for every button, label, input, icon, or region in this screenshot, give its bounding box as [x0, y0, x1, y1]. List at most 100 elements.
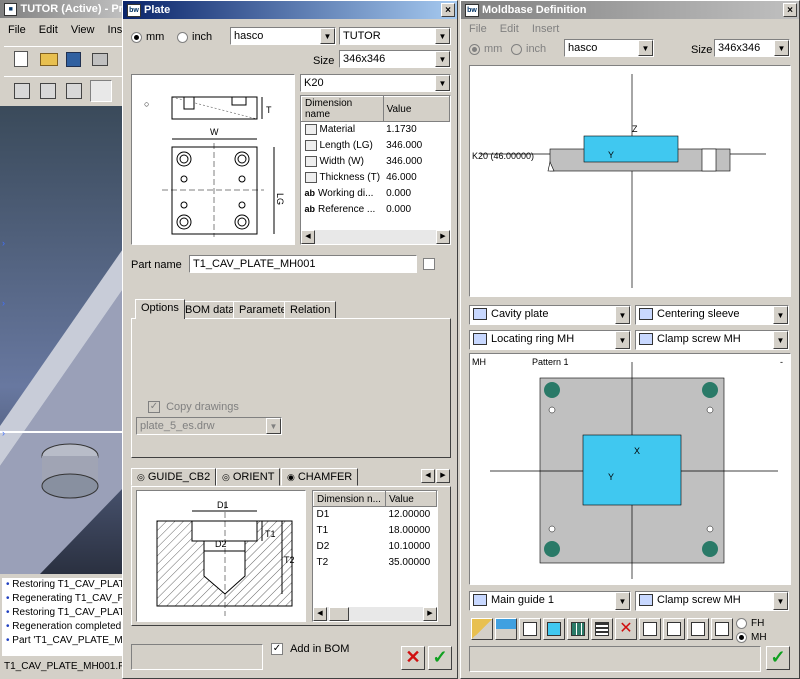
column-header[interactable]: Dimension n...: [313, 491, 386, 507]
catalog-select[interactable]: TUTOR ▼: [339, 27, 451, 45]
main-window-titlebar[interactable]: ■ TUTOR (Active) - Pro: [0, 0, 125, 18]
view-cube-icon[interactable]: [40, 83, 56, 99]
fh-option[interactable]: FH: [736, 618, 764, 629]
drawing-select[interactable]: plate_5_es.drw ▼: [136, 417, 282, 435]
grid-view-icon[interactable]: [567, 618, 589, 640]
ok-button[interactable]: ✓: [428, 646, 452, 670]
column-header[interactable]: Value: [385, 491, 437, 507]
tab-bom-data[interactable]: BOM data: [179, 301, 241, 319]
chevron-down-icon[interactable]: ▼: [773, 331, 788, 349]
open-icon[interactable]: [471, 618, 493, 640]
table-row[interactable]: D1 12.00000: [314, 507, 437, 523]
column-header[interactable]: Value: [382, 96, 450, 122]
radio-icon[interactable]: [131, 31, 142, 43]
menu-edit[interactable]: Edit: [39, 24, 58, 36]
graphics-area[interactable]: › › ›: [0, 106, 125, 574]
unit-mm-option[interactable]: mm: [469, 43, 502, 55]
table-row[interactable]: Length (LG) 346.000: [302, 138, 450, 154]
part-name-input[interactable]: T1_CAV_PLATE_MH001: [189, 255, 417, 273]
tab-guide-cb2[interactable]: ◎ GUIDE_CB2: [131, 468, 217, 486]
component-select-cavity-plate[interactable]: Cavity plate ▼: [469, 305, 631, 325]
ok-button[interactable]: ✓: [766, 646, 790, 670]
top-view-canvas[interactable]: MH Pattern 1 - X Y: [469, 353, 791, 585]
component-tool-icon[interactable]: [639, 618, 661, 640]
shaded-cube-icon[interactable]: [90, 80, 112, 102]
tab-scroll-right-icon[interactable]: ▶: [436, 469, 450, 483]
component-tool-icon[interactable]: [687, 618, 709, 640]
radio-icon[interactable]: [736, 618, 747, 629]
scroll-left-icon[interactable]: ◀: [301, 230, 315, 244]
moldbase-titlebar[interactable]: bw Moldbase Definition ×: [461, 1, 799, 19]
print-icon[interactable]: [92, 53, 108, 66]
chevron-down-icon[interactable]: ▼: [774, 40, 789, 56]
table-row[interactable]: ab Reference ... 0.000: [302, 202, 450, 218]
tab-relation[interactable]: Relation: [284, 301, 337, 319]
copy-drawings-option[interactable]: ✓ Copy drawings: [148, 401, 239, 414]
component-select-clamp-screw-bottom[interactable]: Clamp screw MH ▼: [635, 591, 789, 611]
mh-option[interactable]: MH: [736, 632, 767, 643]
supplier-select[interactable]: hasco ▼: [230, 27, 336, 45]
open-folder-icon[interactable]: [40, 53, 58, 66]
chevron-down-icon[interactable]: ▼: [435, 28, 450, 44]
menu-insert[interactable]: Insert: [532, 23, 560, 35]
radio-icon[interactable]: [511, 43, 522, 55]
chevron-down-icon[interactable]: ▼: [266, 418, 281, 434]
radio-icon[interactable]: [469, 43, 480, 55]
table-row[interactable]: Thickness (T) 46.000: [302, 170, 450, 186]
menu-edit[interactable]: Edit: [500, 23, 519, 35]
table-row[interactable]: ab Working di... 0.000: [302, 186, 450, 202]
chevron-down-icon[interactable]: ▼: [320, 28, 335, 44]
chevron-down-icon[interactable]: ▼: [615, 592, 630, 610]
checkbox-icon[interactable]: ✓: [148, 401, 160, 414]
checkbox-icon[interactable]: ✓: [271, 643, 283, 656]
chevron-down-icon[interactable]: ▼: [615, 306, 630, 324]
table-row[interactable]: D2 10.10000: [314, 539, 437, 555]
table-row[interactable]: T2 35.00000: [314, 555, 437, 571]
delete-component-icon[interactable]: ✕: [615, 618, 637, 640]
chevron-down-icon[interactable]: ▼: [435, 51, 450, 67]
close-icon[interactable]: ×: [783, 3, 797, 17]
radio-icon[interactable]: [177, 31, 188, 43]
menu-file[interactable]: File: [469, 23, 487, 35]
save-icon[interactable]: [495, 618, 517, 640]
chevron-down-icon[interactable]: ▼: [638, 40, 653, 56]
component-select-centering-sleeve[interactable]: Centering sleeve ▼: [635, 305, 789, 325]
close-icon[interactable]: ×: [441, 3, 455, 17]
view-cube-icon[interactable]: [66, 83, 82, 99]
chevron-down-icon[interactable]: ▼: [773, 306, 788, 324]
horizontal-scrollbar[interactable]: ◀ ▶: [301, 230, 450, 244]
new-file-icon[interactable]: [14, 51, 28, 67]
side-view-canvas[interactable]: Z Y K20 (46.00000): [469, 65, 791, 297]
view-cube-icon[interactable]: [14, 83, 30, 99]
horizontal-scrollbar[interactable]: ◀ ▶: [313, 607, 437, 621]
menu-view[interactable]: View: [71, 24, 95, 36]
scroll-left-icon[interactable]: ◀: [313, 607, 327, 621]
component-select-main-guide[interactable]: Main guide 1 ▼: [469, 591, 631, 611]
plate-type-select[interactable]: K20 ▼: [300, 74, 451, 92]
component-select-clamp-screw[interactable]: Clamp screw MH ▼: [635, 330, 789, 350]
scroll-right-icon[interactable]: ▶: [423, 607, 437, 621]
chevron-down-icon[interactable]: ▼: [615, 331, 630, 349]
component-tool-icon[interactable]: [663, 618, 685, 640]
unit-mm-option[interactable]: mm: [131, 31, 164, 43]
plate-view-icon[interactable]: [543, 618, 565, 640]
scroll-right-icon[interactable]: ▶: [436, 230, 450, 244]
part-name-checkbox[interactable]: [423, 258, 435, 270]
tab-orient[interactable]: ◎ ORIENT: [216, 468, 281, 486]
stack-icon[interactable]: [591, 618, 613, 640]
add-in-bom-option[interactable]: ✓ Add in BOM: [271, 643, 349, 656]
table-row[interactable]: Width (W) 346.000: [302, 154, 450, 170]
unit-inch-option[interactable]: inch: [177, 31, 212, 43]
size-select[interactable]: 346x346 ▼: [714, 39, 790, 57]
component-select-locating-ring[interactable]: Locating ring MH ▼: [469, 330, 631, 350]
plate-titlebar[interactable]: bw Plate ×: [123, 1, 457, 19]
size-select[interactable]: 346x346 ▼: [339, 50, 451, 68]
chevron-down-icon[interactable]: ▼: [435, 75, 450, 91]
tab-scroll-left-icon[interactable]: ◀: [421, 469, 435, 483]
tab-options[interactable]: Options: [135, 299, 185, 319]
supplier-select[interactable]: hasco ▼: [564, 39, 654, 57]
save-icon[interactable]: [66, 52, 81, 67]
menu-file[interactable]: File: [8, 24, 26, 36]
properties-icon[interactable]: [519, 618, 541, 640]
scroll-thumb[interactable]: [329, 607, 349, 621]
